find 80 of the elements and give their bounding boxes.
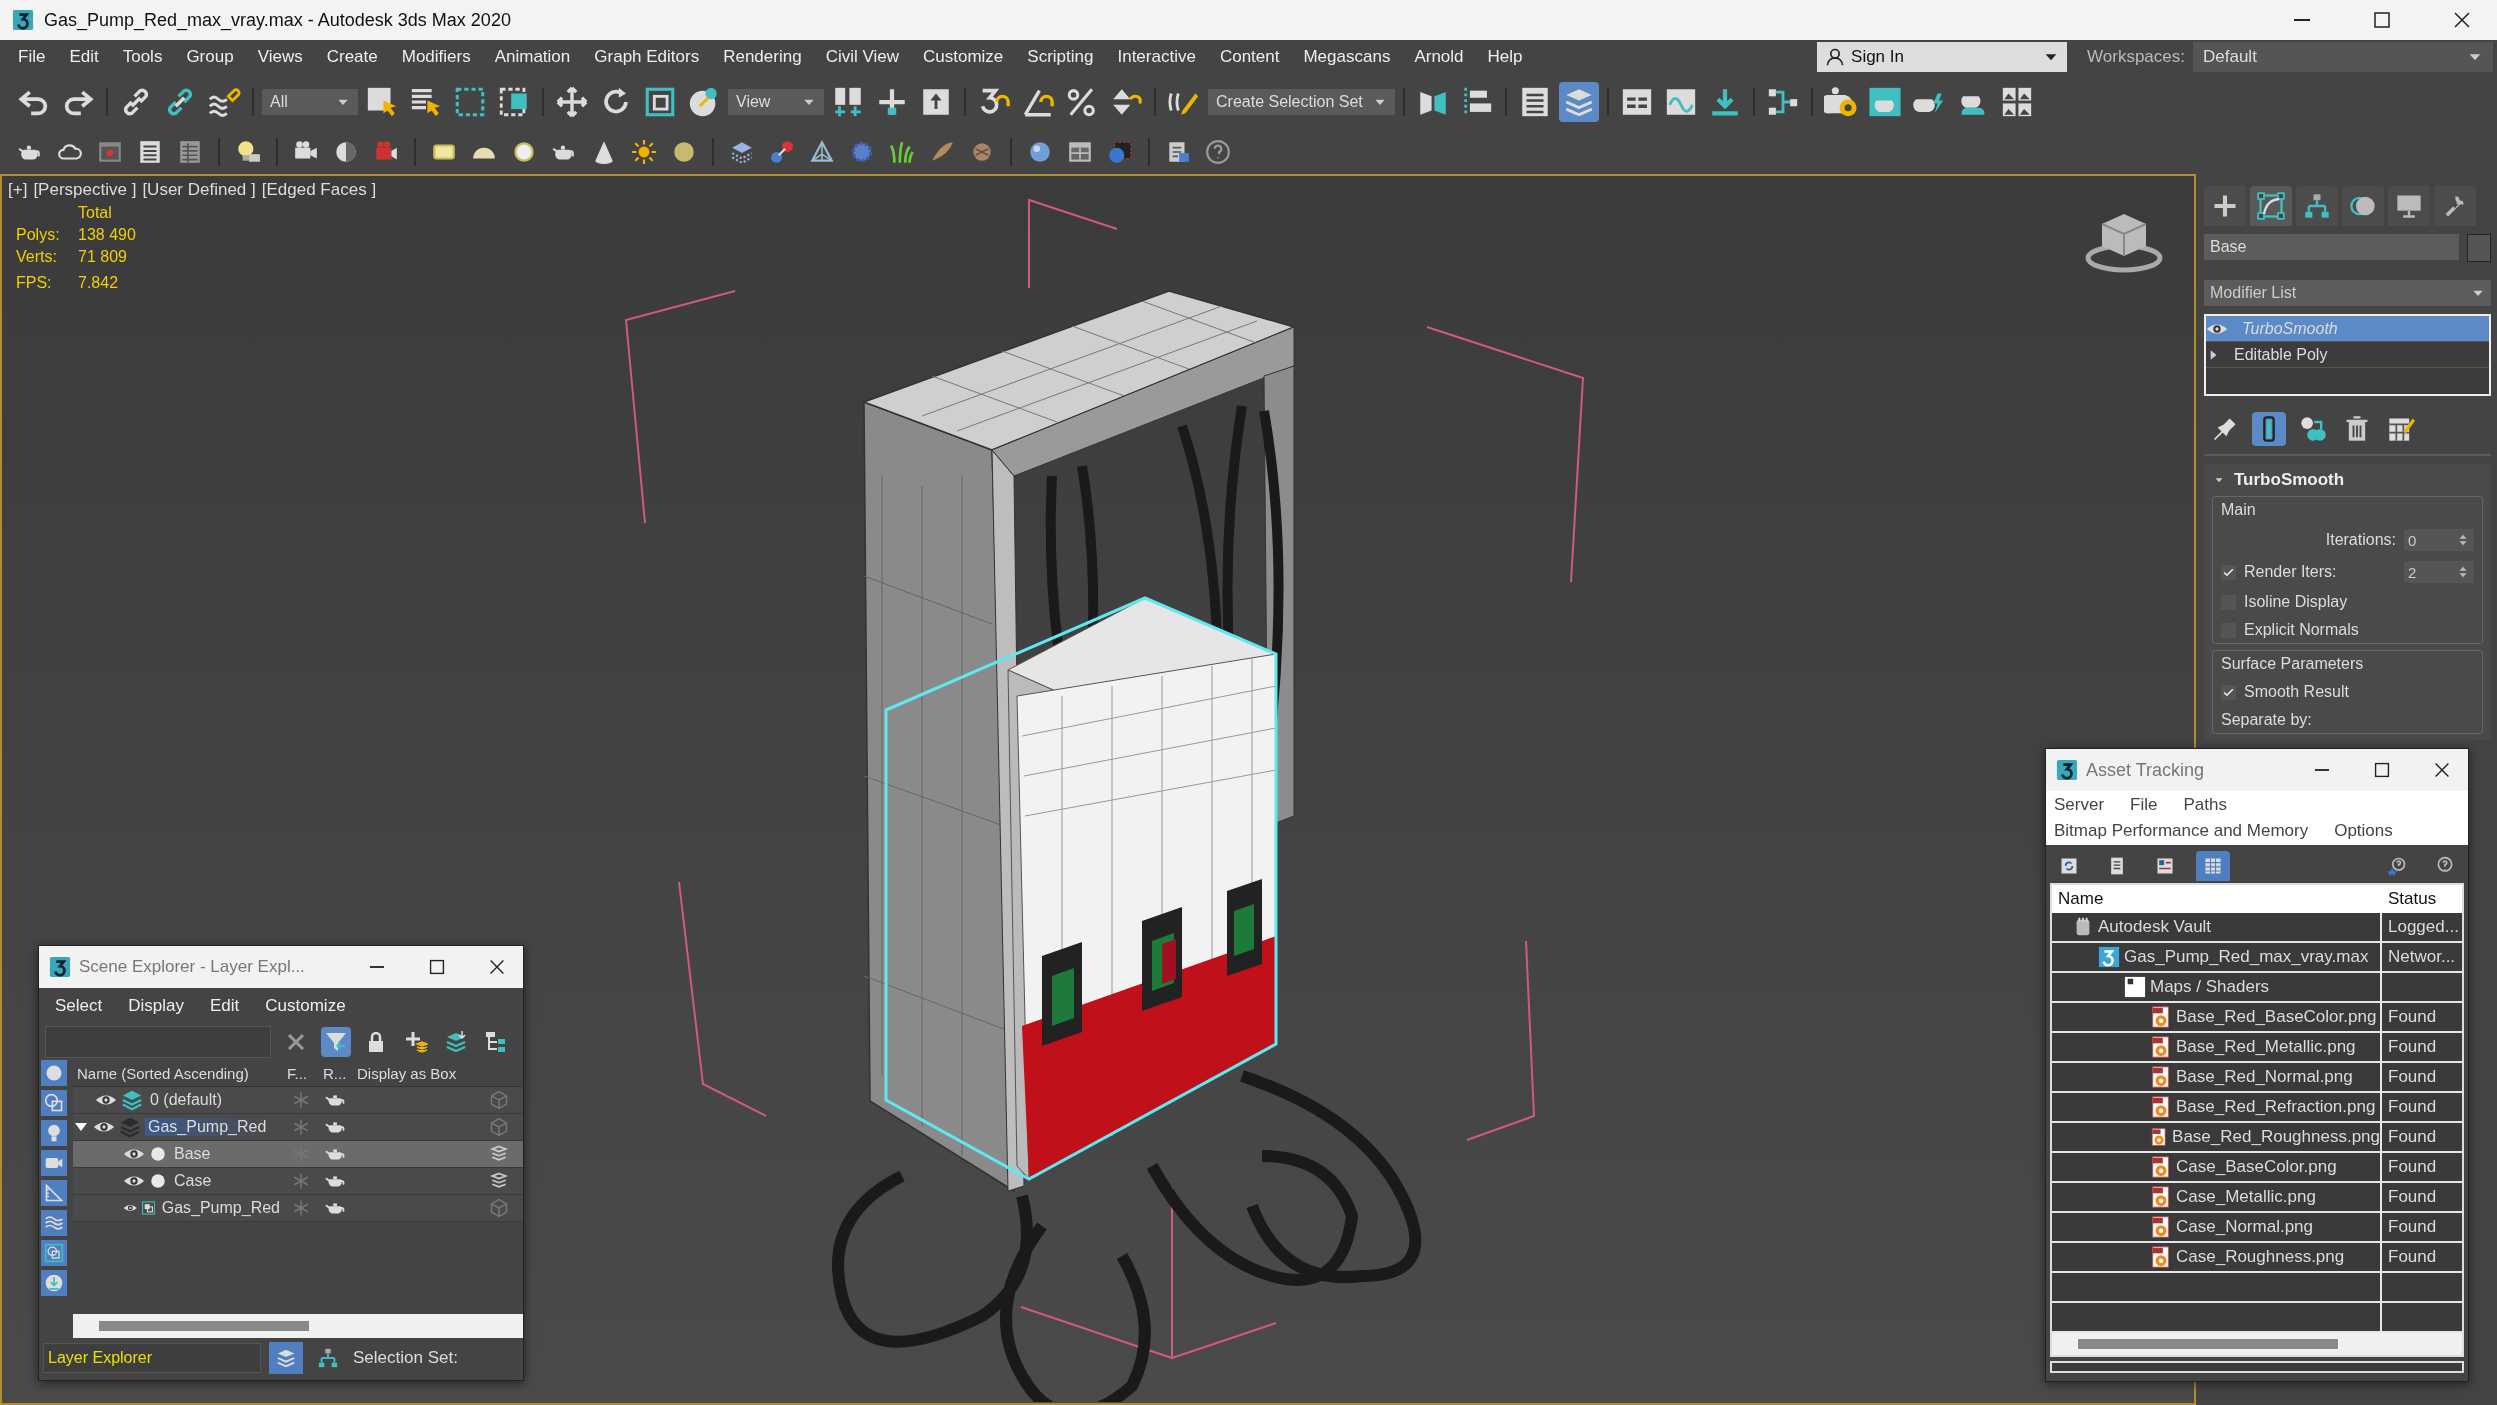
menu-item[interactable]: Views	[245, 47, 315, 67]
menu-item[interactable]: Arnold	[1402, 47, 1476, 67]
workspace-dropdown[interactable]: Default	[2193, 42, 2493, 72]
menu-item[interactable]: Select	[55, 996, 103, 1016]
checkbox-label: Isoline Display	[2244, 593, 2348, 611]
toolbar-dropdown[interactable]: Create Selection Set	[1208, 89, 1395, 115]
menu-item[interactable]: Content	[1207, 47, 1292, 67]
asset-status: Found	[2388, 1067, 2437, 1086]
stat-label: Polys:	[16, 226, 61, 244]
scene-item[interactable]: Case	[171, 1172, 215, 1190]
viewport-label[interactable]: [User Defined ]	[142, 180, 256, 200]
asset-status: Found	[2388, 1007, 2437, 1026]
menu-item[interactable]: Create	[314, 47, 390, 67]
toolbar-dropdown[interactable]: View	[728, 89, 824, 115]
menu-item[interactable]: Display	[128, 996, 184, 1016]
menu-item[interactable]: Interactive	[1105, 47, 1208, 67]
scene-item[interactable]: Gas_Pump_Red	[158, 1199, 283, 1217]
menu-item[interactable]: File	[2130, 795, 2158, 815]
group-title: Surface Parameters	[2221, 655, 2365, 673]
window-title: Gas_Pump_Red_max_vray.max - Autodesk 3ds Max 2020	[44, 9, 511, 31]
asset-status: Found	[2388, 1097, 2437, 1116]
scene-item[interactable]: Base	[171, 1145, 214, 1163]
menu-item[interactable]: Civil View	[813, 47, 911, 67]
scene-item[interactable]: 0 (default)	[147, 1091, 226, 1109]
window-title: Scene Explorer - Layer Expl...	[79, 957, 305, 977]
menu-item[interactable]: Edit	[57, 47, 111, 67]
viewport-label[interactable]: [Perspective ]	[33, 180, 137, 200]
menu-item[interactable]: Options	[2334, 821, 2393, 841]
stat-label: Verts:	[16, 248, 58, 266]
column-header[interactable]: R...	[319, 1064, 353, 1082]
sign-in-dropdown[interactable]: Sign In	[1817, 42, 2068, 72]
asset-status: Found	[2388, 1157, 2437, 1176]
menu-item[interactable]: Customize	[265, 996, 346, 1016]
menu-item[interactable]: Megascans	[1291, 47, 1403, 67]
menu-item[interactable]: Rendering	[711, 47, 814, 67]
modifier-stack-item[interactable]: Editable Poly	[2206, 342, 2489, 368]
field-label: Render Iters:	[2244, 563, 2337, 581]
menu-item[interactable]: Edit	[210, 996, 240, 1016]
group-title: Main	[2221, 501, 2257, 519]
stats-header: Total	[78, 204, 113, 222]
menu-item[interactable]: Scripting	[1015, 47, 1106, 67]
viewport-label[interactable]: [Edged Faces ]	[261, 180, 377, 200]
rollout-header[interactable]: TurboSmooth	[2212, 470, 2483, 490]
menu-item[interactable]: Animation	[482, 47, 583, 67]
stat-value: 138 490	[78, 226, 136, 244]
modifier-list-dropdown[interactable]: Modifier List	[2204, 280, 2491, 306]
fps-label: FPS:	[16, 274, 53, 292]
explorer-type-dropdown[interactable]: Layer Explorer	[43, 1343, 261, 1373]
menu-item[interactable]: File	[6, 47, 58, 67]
asset-status: Found	[2388, 1037, 2437, 1056]
menu-item[interactable]: Graph Editors	[582, 47, 712, 67]
menu-item[interactable]: Server	[2054, 795, 2105, 815]
asset-status: Networ...	[2388, 947, 2456, 966]
field-label: Separate by:	[2221, 711, 2312, 729]
selection-set-label: Selection Set:	[353, 1348, 458, 1368]
asset-status: Found	[2388, 1217, 2437, 1236]
menu-item[interactable]: Modifiers	[389, 47, 483, 67]
column-header[interactable]: Name (Sorted Ascending)	[73, 1064, 283, 1082]
checkbox-label: Smooth Result	[2244, 683, 2349, 701]
spinner-field[interactable]: 2	[2404, 561, 2474, 583]
field-label: Iterations:	[2325, 531, 2396, 549]
asset-status: Logged...	[2388, 917, 2459, 936]
column-header[interactable]: Status	[2382, 889, 2462, 909]
menu-item[interactable]: Help	[1475, 47, 1535, 67]
menu-item[interactable]: Customize	[911, 47, 1016, 67]
asset-status: Found	[2388, 1247, 2437, 1266]
object-name-field[interactable]: Base	[2204, 234, 2459, 260]
stat-value: 71 809	[78, 248, 128, 266]
column-header[interactable]: Display as Box	[353, 1064, 523, 1082]
spinner-field[interactable]: 0	[2404, 529, 2474, 551]
asset-status: Found	[2388, 1127, 2437, 1146]
column-header[interactable]: F...	[283, 1064, 319, 1082]
toolbar-dropdown[interactable]: All	[262, 89, 358, 115]
menu-item[interactable]: Group	[174, 47, 246, 67]
asset-status: Found	[2388, 1187, 2437, 1206]
menu-item[interactable]: Tools	[110, 47, 175, 67]
fps-value: 7.842	[78, 274, 120, 292]
workspaces-label: Workspaces:	[2087, 47, 2185, 67]
viewport-label[interactable]: [+]	[8, 180, 28, 200]
checkbox-label: Explicit Normals	[2244, 621, 2359, 639]
